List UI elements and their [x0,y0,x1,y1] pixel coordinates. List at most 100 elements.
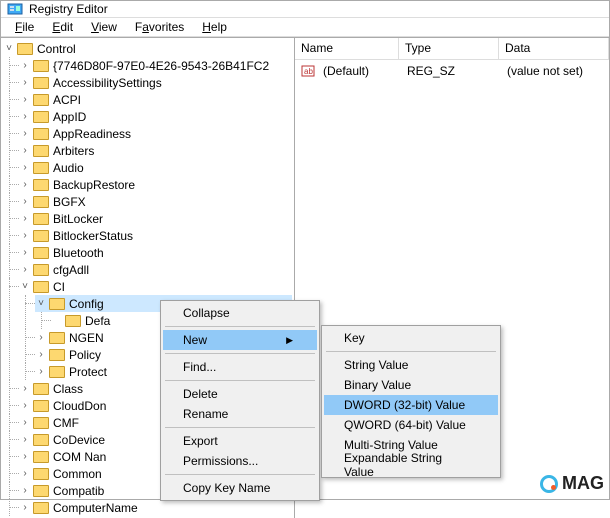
ctx-new-string[interactable]: String Value [324,355,498,375]
expand-icon[interactable]: › [19,128,31,140]
ctx-separator [165,353,315,354]
folder-icon [33,451,49,463]
expand-icon[interactable]: › [19,468,31,480]
ctx-new-qword[interactable]: QWORD (64-bit) Value [324,415,498,435]
expand-icon[interactable]: › [19,451,31,463]
string-value-icon: ab [301,64,315,78]
ctx-collapse[interactable]: Collapse [163,303,317,323]
folder-icon [33,111,49,123]
col-name[interactable]: Name [295,38,399,59]
tree-node[interactable]: ›AppID [19,108,292,125]
ctx-new-dword[interactable]: DWORD (32-bit) Value [324,395,498,415]
folder-icon [33,94,49,106]
tree-node[interactable]: ›BitLocker [19,210,292,227]
menu-view[interactable]: View [83,18,125,36]
list-row-default[interactable]: ab (Default) REG_SZ (value not set) [297,62,607,80]
watermark-text: MAG [562,473,604,494]
expand-icon[interactable]: › [35,349,47,361]
folder-icon [33,502,49,514]
tree-label: cfgAdll [53,263,89,277]
ctx-permissions[interactable]: Permissions... [163,451,317,471]
folder-icon [33,485,49,497]
expand-icon[interactable]: › [19,230,31,242]
expand-icon[interactable]: › [19,417,31,429]
titlebar: Registry Editor [1,1,609,18]
tree-node[interactable]: › BGFX [19,193,292,210]
expand-icon[interactable]: › [19,383,31,395]
ctx-copy-key-name[interactable]: Copy Key Name [163,478,317,498]
ctx-new-key[interactable]: Key [324,328,498,348]
expand-icon[interactable]: › [19,400,31,412]
submenu-arrow-icon: ▶ [286,335,293,346]
tree-node[interactable]: › Bluetooth [19,244,292,261]
collapse-icon[interactable]: ˅ [19,281,31,293]
tree-node-control[interactable]: ˅ Control [3,40,292,57]
tree-label: BitlockerStatus [53,229,133,243]
tree-node[interactable]: ›ACPI [19,91,292,108]
collapse-icon[interactable]: ˅ [3,43,15,55]
expand-icon[interactable]: › [35,332,47,344]
expand-icon[interactable]: › [19,264,31,276]
tree-node[interactable]: › AccessibilitySettings [19,74,292,91]
ctx-separator [165,474,315,475]
ctx-delete[interactable]: Delete [163,384,317,404]
expand-icon[interactable]: › [35,366,47,378]
menu-edit[interactable]: Edit [44,18,81,36]
tree-label: CI [53,280,65,294]
tree-label: {7746D80F-97E0-4E26-9543-26B41FC2 [53,59,269,73]
tree-node[interactable]: › BitlockerStatus [19,227,292,244]
expand-icon[interactable]: › [19,502,31,514]
menu-favorites[interactable]: Favorites [127,18,192,36]
tree-label: Defa [85,314,110,328]
context-menu: Collapse New▶ Find... Delete Rename Expo… [160,300,320,501]
tree-label: AccessibilitySettings [53,76,162,90]
tree-node[interactable]: ˅ CI [19,278,292,295]
expand-icon[interactable]: › [19,94,31,106]
menubar: File Edit View Favorites Help [1,18,609,37]
ctx-new[interactable]: New▶ [163,330,317,350]
tree-node[interactable]: › cfgAdll [19,261,292,278]
tree-label: Bluetooth [53,246,104,260]
tree-label: BackupRestore [53,178,135,192]
collapse-icon[interactable]: ˅ [35,298,47,310]
expand-icon[interactable]: › [19,60,31,72]
tree-node[interactable]: › {7746D80F-97E0-4E26-9543-26B41FC2 [19,57,292,74]
expand-icon[interactable]: › [19,179,31,191]
menu-file[interactable]: File [7,18,42,36]
expand-icon[interactable]: › [19,162,31,174]
expand-icon[interactable]: › [19,485,31,497]
expand-icon[interactable]: › [19,111,31,123]
folder-icon [33,145,49,157]
expand-icon[interactable]: › [19,247,31,259]
col-data[interactable]: Data [499,38,609,59]
tree-label: Compatib [53,484,104,498]
tree-label: Class [53,382,83,396]
folder-icon [33,60,49,72]
ctx-separator [165,380,315,381]
ctx-find[interactable]: Find... [163,357,317,377]
col-type[interactable]: Type [399,38,499,59]
folder-icon [17,43,33,55]
ctx-new-binary[interactable]: Binary Value [324,375,498,395]
tree-label: BGFX [53,195,86,209]
tree-label: Policy [69,348,101,362]
expand-icon[interactable]: › [19,213,31,225]
expand-icon[interactable]: › [19,77,31,89]
tree-node[interactable]: ›ComputerName [19,499,292,516]
folder-icon [65,315,81,327]
ctx-export[interactable]: Export [163,431,317,451]
ctx-new-expstring[interactable]: Expandable String Value [324,455,498,475]
folder-icon [33,264,49,276]
expand-icon[interactable]: › [19,434,31,446]
tree-label: Arbiters [53,144,94,158]
expand-icon[interactable]: › [19,145,31,157]
tree-node[interactable]: › BackupRestore [19,176,292,193]
tree-node[interactable]: ›AppReadiness [19,125,292,142]
ctx-separator [326,351,496,352]
value-name: (Default) [317,64,401,78]
menu-help[interactable]: Help [194,18,235,36]
expand-icon[interactable]: › [19,196,31,208]
ctx-rename[interactable]: Rename [163,404,317,424]
tree-node[interactable]: ›Audio [19,159,292,176]
tree-node[interactable]: › Arbiters [19,142,292,159]
